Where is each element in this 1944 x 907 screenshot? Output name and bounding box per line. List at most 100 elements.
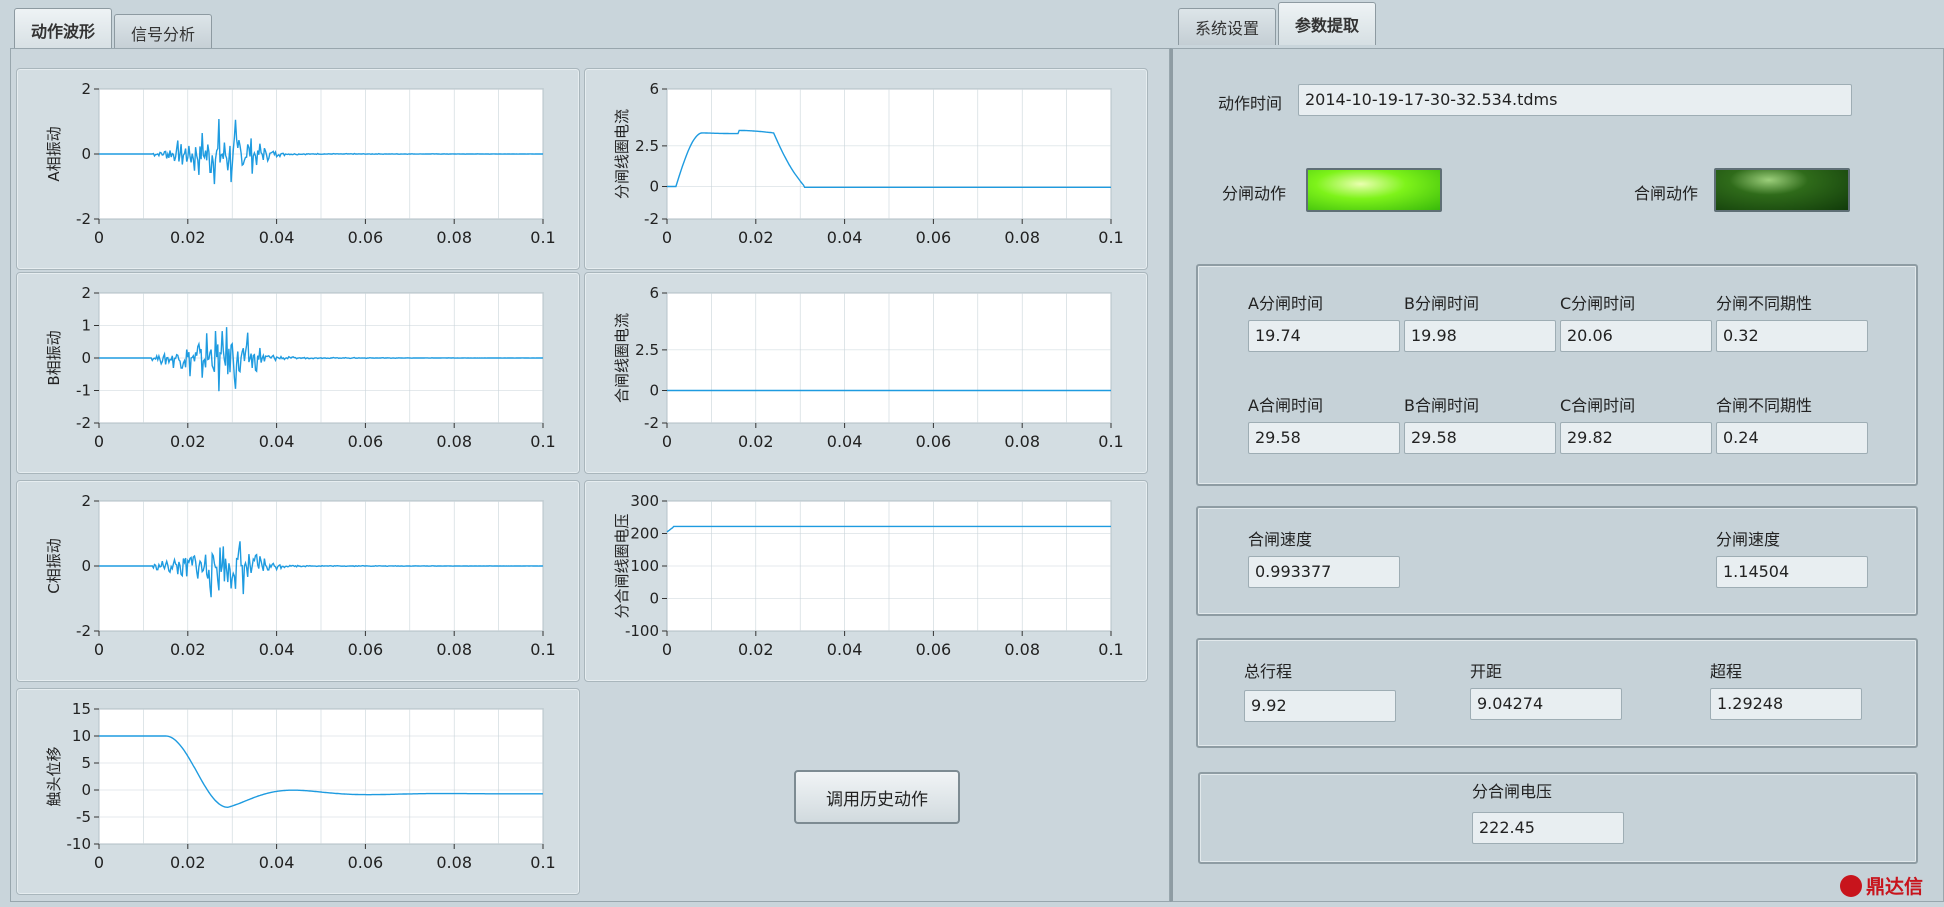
y-tick-label: 1 (81, 317, 91, 335)
open-coil-current-plot: 62.50-20 0.02 0.04 0.06 0.08 0.1分闸线圈电流 (613, 80, 1124, 247)
a-vibration-plot: 20-20 0.02 0.04 0.06 0.08 0.1A相振动 (45, 80, 556, 247)
watermark-text: 鼎达信 (1866, 876, 1924, 898)
x-tick-label: 0.06 (348, 228, 384, 247)
coil-voltage-field[interactable]: 222.45 (1472, 812, 1624, 844)
y-axis-label: 分合闸线圈电压 (613, 513, 631, 618)
open-asynchrony-field[interactable]: 0.32 (1716, 320, 1868, 352)
b-close-time-label: B合闸时间 (1404, 396, 1479, 415)
x-tick-label: 0.08 (436, 853, 472, 872)
y-tick-label: 0 (649, 590, 659, 608)
y-tick-label: -2 (644, 414, 659, 432)
close-action-label: 合闸动作 (1634, 184, 1699, 203)
y-tick-label: 0 (81, 145, 91, 163)
action-time-label: 动作时间 (1218, 94, 1283, 113)
y-tick-label: 15 (72, 700, 91, 718)
y-tick-label: 100 (630, 557, 659, 575)
a-open-time-field[interactable]: 19.74 (1248, 320, 1400, 352)
c-vibration-plot: 20-20 0.02 0.04 0.06 0.08 0.1C相振动 (45, 492, 556, 659)
x-tick-label: 0.06 (348, 432, 384, 451)
overtravel-label: 超程 (1710, 662, 1743, 681)
contact-displacement-chart: 15 10 5 0 -5 -10 0 0.02 0.04 0.06 0.08 0.1 触头位移 (16, 688, 580, 895)
x-tick-label: 0.08 (436, 228, 472, 247)
y-tick-label: 300 (630, 492, 659, 510)
x-tick-label: 0.02 (170, 228, 206, 247)
y-tick-label: -2 (76, 210, 91, 228)
y-tick-label: 2.5 (635, 341, 659, 359)
c-open-time-label: C分闸时间 (1560, 294, 1636, 313)
tab-action-waveform[interactable]: 动作波形 (14, 8, 113, 51)
y-tick-label: -100 (625, 622, 659, 640)
close-speed-label: 合闸速度 (1248, 530, 1313, 549)
tab-system-settings[interactable]: 系统设置 (1178, 8, 1277, 45)
close-asynchrony-field[interactable]: 0.24 (1716, 422, 1868, 454)
a-close-time-field[interactable]: 29.58 (1248, 422, 1400, 454)
x-tick-label: 0.08 (436, 432, 472, 451)
x-tick-label: 0 (94, 432, 104, 451)
x-tick-label: 0.04 (259, 228, 295, 247)
x-tick-label: 0 (94, 228, 104, 247)
y-tick-label: 0 (649, 178, 659, 196)
x-tick-label: 0.04 (259, 853, 295, 872)
y-tick-label: -10 (67, 835, 92, 853)
action-time-field[interactable]: 2014-10-19-17-30-32.534.tdms (1298, 84, 1852, 116)
x-tick-label: 0.04 (827, 640, 863, 659)
y-tick-label: 5 (81, 754, 91, 772)
y-tick-label: 0 (649, 382, 659, 400)
x-tick-label: 0.06 (348, 853, 384, 872)
left-tab-bar: 动作波形 信号分析 (14, 8, 213, 51)
b-close-time-field[interactable]: 29.58 (1404, 422, 1556, 454)
y-tick-label: -2 (644, 210, 659, 228)
x-tick-label: 0 (662, 640, 672, 659)
coil-voltage-plot: 3002001000-1000 0.02 0.04 0.06 0.08 0.1分合闸线圈电… (613, 492, 1124, 659)
y-tick-label: -2 (76, 622, 91, 640)
x-tick-label: 0 (94, 640, 104, 659)
c-open-time-field[interactable]: 20.06 (1560, 320, 1712, 352)
c-close-time-field[interactable]: 29.82 (1560, 422, 1712, 454)
contact-gap-field[interactable]: 9.04274 (1470, 688, 1622, 720)
x-tick-label: 0 (94, 853, 104, 872)
y-tick-label: -1 (76, 382, 91, 400)
y-axis-label: B相振动 (45, 330, 63, 385)
open-speed-field[interactable]: 1.14504 (1716, 556, 1868, 588)
y-tick-label: 0 (81, 349, 91, 367)
tab-signal-analysis[interactable]: 信号分析 (114, 14, 213, 51)
b-vibration-plot: 210-1-20 0.02 0.04 0.06 0.08 0.1B相振动 (45, 284, 556, 451)
x-tick-label: 0.06 (916, 432, 952, 451)
x-tick-label: 0.1 (530, 853, 555, 872)
contact-displacement-plot: 151050-5-100 0.02 0.04 0.06 0.08 0.1触头位移 (45, 700, 556, 872)
load-history-button[interactable]: 调用历史动作 (794, 770, 960, 824)
x-tick-label: 0.06 (916, 228, 952, 247)
x-tick-label: 0.04 (827, 228, 863, 247)
c-vibration-chart: 2 0 -2 0 0.02 0.04 0.06 0.08 0.1 C相振动 (16, 480, 580, 682)
close-speed-field[interactable]: 0.993377 (1248, 556, 1400, 588)
total-travel-label: 总行程 (1244, 662, 1293, 681)
x-tick-label: 0.08 (1004, 432, 1040, 451)
x-tick-label: 0.06 (916, 640, 952, 659)
y-axis-label: 分闸线圈电流 (613, 109, 631, 199)
a-open-time-label: A分闸时间 (1248, 294, 1323, 313)
x-tick-label: 0.02 (738, 228, 774, 247)
y-tick-label: 10 (72, 727, 91, 745)
total-travel-field[interactable]: 9.92 (1244, 690, 1396, 722)
x-tick-label: 0.02 (738, 432, 774, 451)
open-coil-current-chart: 6 2.5 0 -2 0 0.02 0.04 0.06 0.08 0.1 分闸线圈电流 (584, 68, 1148, 270)
x-tick-label: 0.02 (170, 853, 206, 872)
b-open-time-field[interactable]: 19.98 (1404, 320, 1556, 352)
y-tick-label: -2 (76, 414, 91, 432)
tab-parameter-extraction[interactable]: 参数提取 (1278, 2, 1377, 45)
b-vibration-chart: 2 1 0 -1 -2 0 0.02 0.04 0.06 0.08 0.1 B相振动 (16, 272, 580, 474)
coil-voltage-chart: 300 200 100 0 -100 0 0.02 0.04 0.06 0.08 0.1 分合闸线圈电… (584, 480, 1148, 682)
open-action-label: 分闸动作 (1222, 184, 1287, 203)
brand-logo-icon (1840, 874, 1862, 897)
y-tick-label: 2 (81, 492, 91, 510)
x-tick-label: 0.06 (348, 640, 384, 659)
y-tick-label: 0 (81, 557, 91, 575)
x-tick-label: 0.02 (738, 640, 774, 659)
open-action-indicator (1306, 168, 1442, 212)
a-vibration-chart: 2 0 -2 0 0.02 0.04 0.06 0.08 0.1 A相振动 (16, 68, 580, 270)
close-action-indicator (1714, 168, 1850, 212)
overtravel-field[interactable]: 1.29248 (1710, 688, 1862, 720)
x-tick-label: 0.04 (259, 640, 295, 659)
x-tick-label: 0.1 (1098, 228, 1123, 247)
x-tick-label: 0.1 (530, 432, 555, 451)
